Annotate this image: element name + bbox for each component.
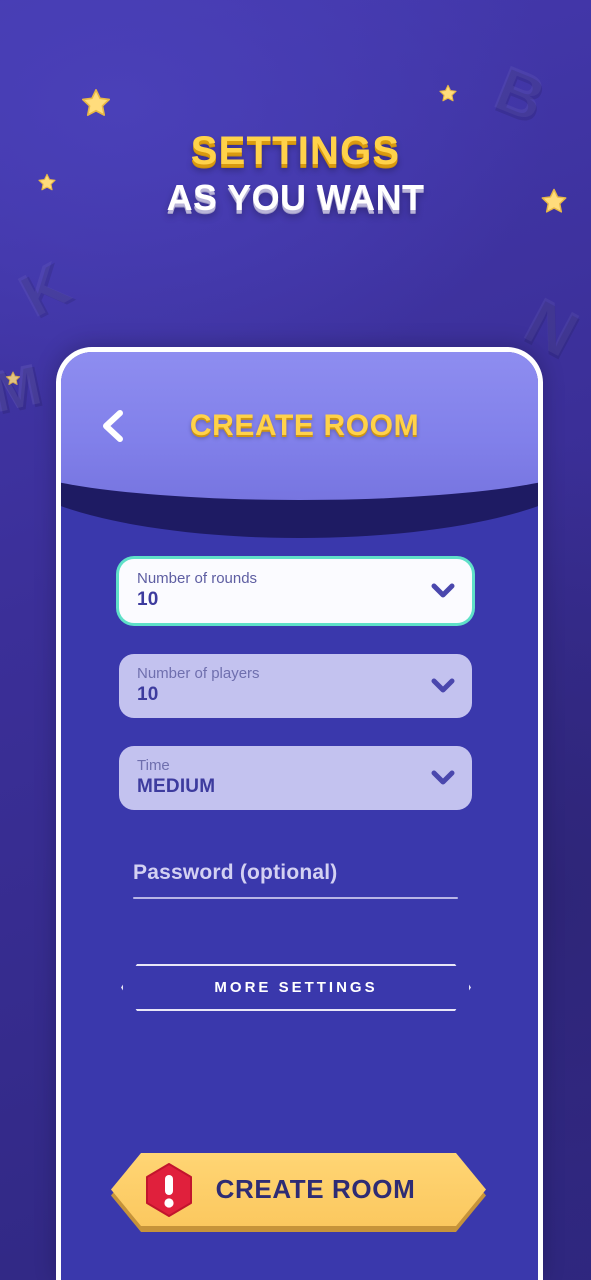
alert-exclamation-icon [143, 1162, 195, 1218]
page-title: SETTINGS [190, 129, 401, 173]
field-value: 10 [137, 589, 159, 611]
card-header-title: CREATE ROOM [189, 408, 420, 442]
page-title-block: SETTINGS AS YOU WANT [0, 131, 591, 216]
password-underline [133, 897, 458, 899]
more-settings-label: MORE SETTINGS [214, 979, 378, 996]
more-settings-button[interactable]: MORE SETTINGS [121, 964, 471, 1011]
chevron-left-icon [98, 409, 128, 443]
page-subtitle: AS YOU WANT [166, 177, 425, 218]
ghost-letter-b: B [485, 51, 554, 135]
ghost-letter-m: M [0, 351, 45, 426]
field-number-of-rounds[interactable]: Number of rounds 10 [119, 559, 472, 623]
back-button[interactable] [85, 398, 141, 454]
chevron-down-icon[interactable] [430, 578, 456, 604]
field-value: MEDIUM [137, 776, 216, 798]
star-icon [78, 86, 114, 127]
field-label: Time [137, 756, 170, 774]
star-icon [437, 83, 459, 110]
field-label: Number of rounds [137, 569, 258, 587]
password-placeholder: Password (optional) [133, 861, 338, 884]
ghost-letter-k: K [8, 249, 79, 332]
card-header: CREATE ROOM [61, 352, 538, 538]
password-field-wrap[interactable]: Password (optional) [133, 861, 458, 899]
field-number-of-players[interactable]: Number of players 10 [119, 654, 472, 718]
card-body: Number of rounds 10 Number of players 10 [61, 499, 538, 1280]
chevron-down-icon[interactable] [430, 765, 456, 791]
chevron-down-icon[interactable] [430, 673, 456, 699]
create-room-card: CREATE ROOM Number of rounds 10 Number o… [56, 347, 543, 1280]
field-time[interactable]: Time MEDIUM [119, 746, 472, 810]
star-icon [4, 370, 22, 393]
field-value: 10 [137, 684, 159, 706]
field-label: Number of players [137, 664, 260, 682]
create-room-button[interactable]: CREATE ROOM [111, 1153, 486, 1226]
